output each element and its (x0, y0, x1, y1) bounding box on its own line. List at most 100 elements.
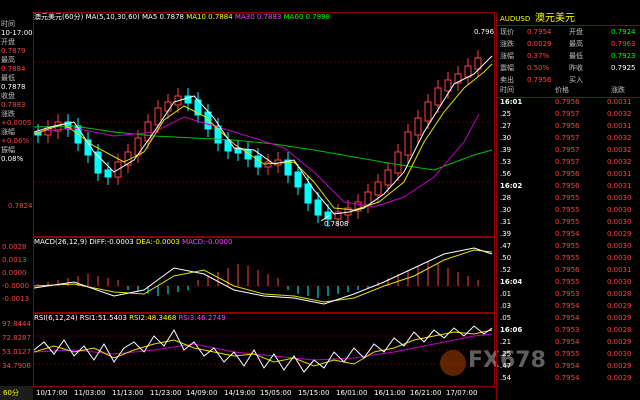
tick-price: 0.7955 (555, 206, 580, 214)
tick-row: .03 0.7954 0.0029 (497, 300, 640, 312)
tick-price: 0.7955 (555, 242, 580, 250)
macd-chart[interactable] (34, 246, 494, 312)
tick-price: 0.7954 (555, 362, 580, 370)
macd-axis-label: 0.0013 (2, 256, 27, 264)
tick-time: .25 (500, 350, 512, 358)
tick-row: .56 0.7956 0.0031 (497, 168, 640, 180)
change-label: 涨跌 (500, 40, 514, 48)
col-change: 涨跌 (611, 86, 625, 94)
prev-label: 昨收 (569, 64, 583, 72)
candle-body (374, 181, 382, 196)
tick-time: .47 (500, 362, 512, 370)
quote-symbol: AUDUSD (500, 15, 531, 23)
tick-price: 0.7957 (555, 110, 580, 118)
candle-body (264, 161, 272, 168)
tick-price: 0.7954 (555, 314, 580, 322)
tick-change: 0.0032 (607, 110, 632, 118)
period-tab-label: 60分 (3, 389, 19, 397)
high-label: 最高 (569, 40, 583, 48)
tick-row: .31 0.7955 0.0030 (497, 216, 640, 228)
open-label: 开盘 (569, 28, 583, 36)
tick-time: .03 (500, 302, 512, 310)
macd-axis-label: -0.0000 (2, 282, 30, 290)
tick-time: .53 (500, 158, 512, 166)
candle-body (204, 111, 212, 130)
candle-body (314, 199, 322, 216)
tick-change: 0.0032 (607, 146, 632, 154)
rsi3-value: RSI3:46.2749 (178, 314, 226, 322)
tick-list[interactable]: 16:01 0.7956 0.0031 .25 0.7957 0.0032 .27 0.795… (497, 96, 640, 386)
tick-price: 0.7953 (555, 326, 580, 334)
macd-axis: 0.0028 0.0013 0.0000 -0.0000 -0.0013 (2, 243, 34, 308)
x-axis-label: 14/09:00 (186, 389, 218, 397)
watermark-circle (440, 350, 466, 376)
now-label: 现价 (500, 28, 514, 36)
tick-change: 0.0030 (607, 254, 632, 262)
tick-time: .50 (500, 254, 512, 262)
price-axis-mark: 0.7824 (8, 202, 33, 210)
candle-body (94, 151, 102, 174)
tick-change: 0.0029 (607, 374, 632, 382)
tick-change: 0.0031 (607, 266, 632, 274)
rsi2-value: RSI2:48.3468 (129, 314, 177, 322)
tick-row: .01 0.7953 0.0028 (497, 288, 640, 300)
prev-value: 0.7925 (611, 64, 636, 72)
tick-change: 0.0030 (607, 194, 632, 202)
quote-panel: AUDUSD 澳元美元 现价 0.7954 开盘 0.7924 涨跌 0.0029 最高 0… (496, 12, 640, 400)
candle-body (294, 171, 302, 188)
tick-row: .54 0.7954 0.0029 (497, 372, 640, 384)
tick-change: 0.0029 (607, 362, 632, 370)
chart-title: 澳元美元(60分) (34, 13, 84, 21)
tick-row: .47 0.7955 0.0030 (497, 240, 640, 252)
tick-price: 0.7956 (555, 182, 580, 190)
tick-row: .05 0.7954 0.0029 (497, 312, 640, 324)
candle-body (404, 131, 412, 156)
chart-header: 澳元美元(60分) MA(5,10,30,60) MA5 0.7878 MA10… (34, 13, 330, 22)
pct-value: 0.37% (527, 52, 550, 60)
macd-diff: DIFF:-0.0003 (89, 238, 134, 246)
ma10-value: MA10 0.7884 (186, 13, 233, 21)
amp-label: 振幅 (1, 146, 15, 154)
tick-time: .52 (500, 266, 512, 274)
x-axis-label: 15/05:00 (260, 389, 292, 397)
candle-body (424, 101, 432, 122)
change-label: 涨跌 (1, 110, 15, 118)
low-value: 0.7923 (611, 52, 636, 60)
tick-time: .01 (500, 290, 512, 298)
tick-change: 0.0031 (607, 182, 632, 190)
macd-label: MACD(26,12,9) (34, 238, 88, 246)
period-tab[interactable]: 60分 (0, 386, 33, 400)
tick-change: 0.0031 (607, 122, 632, 130)
rsi-axis-label: 53.0127 (2, 348, 31, 356)
tick-time: .31 (500, 218, 512, 226)
tick-row: .53 0.7957 0.0032 (497, 156, 640, 168)
x-axis-label: 16/01:00 (336, 389, 368, 397)
tick-row: .39 0.7957 0.0032 (497, 144, 640, 156)
tick-change: 0.0030 (607, 242, 632, 250)
tick-time: 16:01 (500, 98, 523, 106)
low-label: 最低 (1, 74, 15, 82)
rsi-axis-label: 72.8287 (2, 334, 31, 342)
rsi-axis-label: 34.7906 (2, 362, 31, 370)
now-value: 0.7954 (527, 28, 552, 36)
ma5-line (34, 55, 493, 215)
kline-low-mark: 0.7808 (324, 220, 349, 228)
tick-time: .25 (500, 110, 512, 118)
rsi-label: RSI(6,12,24) (34, 314, 78, 322)
candle-body (104, 169, 112, 178)
time-label: 时间 (1, 20, 15, 28)
high-value: 0.7884 (1, 65, 26, 73)
macd-axis-label: 0.0000 (2, 269, 27, 277)
tick-price: 0.7956 (555, 170, 580, 178)
x-axis-label: 10/17:00 (36, 389, 68, 397)
candle-body (364, 191, 372, 206)
rsi1-value: RSI1:51.5403 (79, 314, 127, 322)
tick-change: 0.0030 (607, 278, 632, 286)
candle-body (394, 151, 402, 174)
tick-change: 0.0029 (607, 230, 632, 238)
tick-change: 0.0031 (607, 98, 632, 106)
rsi-chart[interactable] (34, 322, 494, 386)
kline-chart[interactable]: 0.7808 0.7963 (34, 22, 494, 236)
x-axis-label: 17/07:00 (446, 389, 478, 397)
ma30-value: MA30 0.7883 (234, 13, 282, 21)
